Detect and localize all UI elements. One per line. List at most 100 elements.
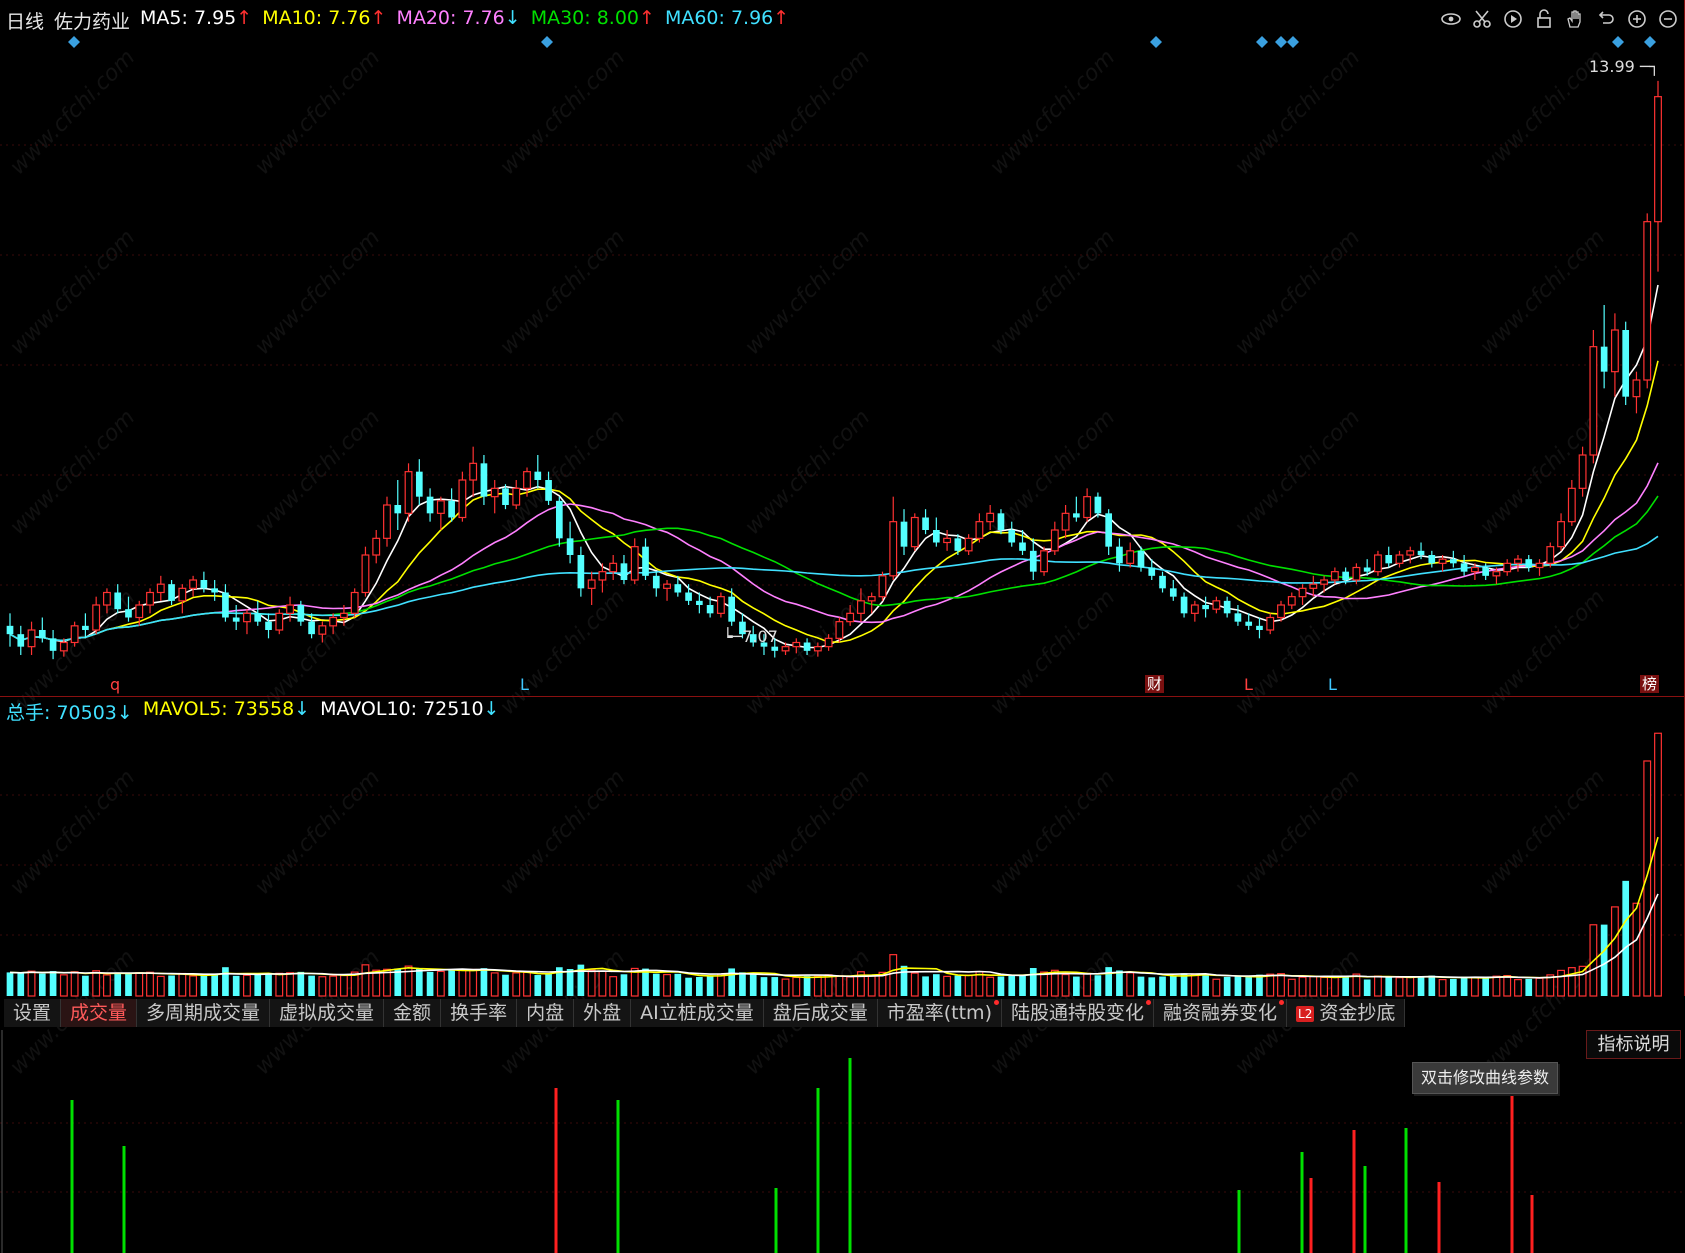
volume-bar-up (867, 975, 876, 997)
tab-pe-ttm[interactable]: 市盈率(ttm) (877, 999, 1002, 1027)
volume-bar-up (1654, 732, 1662, 997)
volume-bar-up (1438, 979, 1447, 997)
tab-turnover[interactable]: 换手率 (441, 999, 518, 1027)
candle-down (1148, 567, 1156, 576)
candle-up (1266, 616, 1275, 631)
candle-down (803, 642, 811, 651)
total-volume-arrow: ↓ (116, 702, 133, 724)
volume-bar-up (824, 974, 833, 997)
candle-up (512, 487, 521, 506)
volume-bar-down (620, 974, 628, 996)
volume-bar-down (1482, 976, 1489, 996)
tab-outer-volume-label: 外盘 (583, 1002, 622, 1024)
candle-down (534, 471, 542, 480)
volume-bar-down (932, 974, 940, 996)
candle-up (1190, 604, 1199, 614)
candle-up (59, 641, 68, 652)
candle-up (1438, 558, 1447, 564)
candle-down (480, 463, 488, 497)
volume-bar-up (1040, 971, 1048, 997)
marker-l-3[interactable]: L (1328, 676, 1337, 694)
candle-down (1256, 625, 1263, 630)
candle-up (1050, 529, 1059, 552)
volume-bar-down (685, 977, 692, 996)
volume-bar-up (156, 975, 165, 997)
ma5-line (9, 284, 1659, 649)
volume-bar-up (910, 972, 919, 997)
candle-up (824, 637, 833, 648)
tab-outer-volume[interactable]: 外盘 (574, 999, 632, 1027)
volume-bar-up (329, 975, 338, 997)
marker-financial[interactable]: 财 (1145, 675, 1165, 693)
volume-bar-up (1277, 973, 1285, 997)
candle-down (1600, 346, 1608, 372)
volume-bar-up (1083, 972, 1092, 997)
volume-bar-down (211, 974, 218, 996)
tab-virtual-volume[interactable]: 虚拟成交量 (270, 999, 385, 1027)
tab-after-hours-volume[interactable]: 盘后成交量 (763, 999, 878, 1027)
volume-info-bar: 总手: 70503↓ MAVOL5: 73558↓ MAVOL10: 72510… (6, 698, 499, 725)
volume-bar-down (415, 968, 423, 996)
candle-up (490, 487, 499, 498)
candle-up (1632, 379, 1641, 398)
mavol5-line (9, 836, 1659, 979)
tab-margin-trading[interactable]: 融资融券变化 (1154, 999, 1288, 1027)
low-price-label: ┕─7.07 (723, 628, 778, 646)
candle-down (1385, 555, 1393, 564)
volume-bar-down (38, 973, 46, 996)
candle-up (1557, 521, 1565, 548)
marker-l-1[interactable]: L (520, 676, 529, 694)
volume-bar-up (1535, 977, 1544, 997)
volume-bar-down (1019, 974, 1026, 996)
candle-up (1287, 596, 1296, 606)
volume-bar-down (254, 974, 262, 996)
candle-up (1083, 496, 1092, 519)
volume-bar-up (523, 971, 531, 997)
indicator-bars (70, 1058, 1534, 1253)
volume-bar-up (792, 976, 801, 997)
indicator-explain-button[interactable]: 指标说明 (1586, 1030, 1681, 1059)
volume-bar-up (1503, 974, 1512, 997)
ma10-line (9, 360, 1659, 643)
volume-bar-down (954, 975, 962, 996)
tab-ai-volume[interactable]: AI立桩成交量 (631, 999, 764, 1027)
volume-bar-down (803, 976, 811, 996)
volume-bar-up (835, 975, 844, 997)
candle-down (168, 584, 175, 601)
candle-up (1126, 550, 1135, 564)
event-markers (68, 36, 1656, 48)
tab-fund-bottom-fishing[interactable]: L2 资金抄底 (1287, 999, 1406, 1027)
tab-inner-volume[interactable]: 内盘 (517, 999, 575, 1027)
volume-bar-down (1148, 977, 1156, 996)
volume-bar-down (1223, 976, 1231, 996)
tab-multi-period-volume[interactable]: 多周期成交量 (137, 999, 271, 1027)
candle-down (82, 625, 89, 630)
marker-l-2[interactable]: L (1244, 676, 1253, 694)
tab-settings[interactable]: 设置 (4, 999, 62, 1027)
volume-bar-up (663, 973, 671, 997)
tab-volume[interactable]: 成交量 (61, 999, 138, 1027)
volume-bar-down (1116, 970, 1123, 996)
volume-bar-up (1298, 976, 1307, 997)
candle-down (1105, 513, 1113, 547)
marker-list[interactable]: 榜 (1640, 675, 1660, 693)
volume-bar-up (27, 970, 36, 997)
candle-down (1450, 559, 1457, 564)
tab-northbound-holding[interactable]: 陆股通持股变化 (1001, 999, 1154, 1027)
candle-down (1116, 546, 1123, 564)
candle-down (1417, 550, 1425, 555)
marker-q[interactable]: q (110, 676, 120, 694)
tab-amount[interactable]: 金额 (384, 999, 442, 1027)
candle-up (835, 621, 844, 639)
candle-up (243, 612, 251, 623)
volume-bar-down (297, 971, 305, 996)
volume-bar-down (706, 976, 714, 996)
tab-fund-bottom-fishing-label: 资金抄底 (1319, 1002, 1396, 1024)
candle-down (728, 596, 736, 622)
candle-down (1428, 555, 1436, 564)
volume-bar-up (1309, 975, 1318, 997)
tab-pe-ttm-label: 市盈率(ttm) (886, 1002, 992, 1024)
curve-params-tooltip: 双击修改曲线参数 (1412, 1062, 1559, 1094)
volume-bar-down (200, 975, 208, 996)
volume-bar-down (1256, 974, 1263, 996)
